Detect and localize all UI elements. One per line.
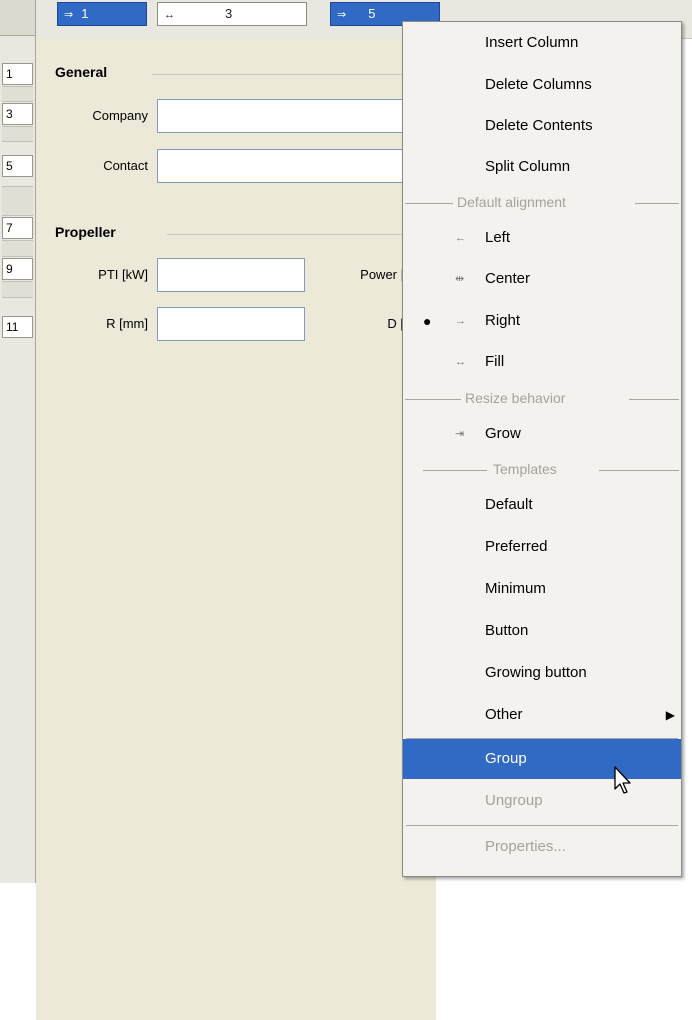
menu-item-template-growing-button[interactable]: Growing button <box>403 653 681 693</box>
fill-icon: ↔ <box>455 356 466 368</box>
contact-label: Contact <box>103 158 148 173</box>
radio-selected-icon: ● <box>423 313 432 329</box>
menu-item-align-left[interactable]: ← Left <box>403 218 681 258</box>
default-alignment-header: Default alignment <box>403 192 681 214</box>
menu-item-split-column[interactable]: Split Column <box>403 147 681 187</box>
menu-item-delete-columns[interactable]: Delete Columns <box>403 65 681 105</box>
row-gap <box>2 281 33 298</box>
row-header-1[interactable]: 1 <box>2 63 33 85</box>
menu-item-grow[interactable]: ⇥ Grow <box>403 414 681 454</box>
menu-item-properties[interactable]: Properties... <box>403 827 681 867</box>
grow-icon: ⇥ <box>455 428 465 440</box>
submenu-arrow-icon: ▶ <box>665 708 675 722</box>
row-header-9[interactable]: 9 <box>2 258 33 280</box>
menu-item-template-button[interactable]: Button <box>403 611 681 651</box>
row-header-11[interactable]: 11 <box>2 316 33 338</box>
propeller-separator <box>167 234 404 235</box>
menu-item-template-minimum[interactable]: Minimum <box>403 569 681 609</box>
propeller-section-title: Propeller <box>55 224 116 240</box>
fill-icon: ↔ <box>164 9 175 21</box>
context-menu: Insert Column Delete Columns Delete Cont… <box>402 21 682 877</box>
menu-item-insert-column[interactable]: Insert Column <box>403 23 681 63</box>
resize-behavior-header: Resize behavior <box>403 388 681 410</box>
mouse-pointer-icon <box>614 766 631 794</box>
general-separator <box>152 74 404 75</box>
grid-corner <box>0 0 36 36</box>
align-right-icon: ⇒ <box>337 9 347 21</box>
menu-item-delete-contents[interactable]: Delete Contents <box>403 106 681 146</box>
pti-field[interactable] <box>157 258 305 292</box>
contact-field[interactable] <box>157 149 407 183</box>
row-header-3[interactable]: 3 <box>2 103 33 125</box>
column-header-1[interactable]: ⇒ 1 <box>57 2 147 26</box>
menu-item-align-right[interactable]: ● → Right <box>403 301 681 341</box>
pti-label: PTI [kW] <box>98 267 148 282</box>
company-label: Company <box>92 108 148 123</box>
menu-item-ungroup[interactable]: Ungroup <box>403 781 681 821</box>
templates-header: Templates <box>403 459 681 481</box>
row-gap <box>2 86 33 102</box>
r-field[interactable] <box>157 307 305 341</box>
align-right-icon: ⇒ <box>64 9 74 21</box>
arrow-left-icon: ← <box>455 232 466 244</box>
column-header-3[interactable]: ↔ 3 <box>157 2 307 26</box>
row-gap <box>2 240 33 257</box>
menu-item-group[interactable]: Group <box>403 739 681 779</box>
arrow-right-icon: → <box>455 315 466 327</box>
menu-item-other[interactable]: Other ▶ <box>403 695 681 735</box>
power-label: Power | <box>360 267 404 282</box>
menu-item-align-center[interactable]: ⇹ Center <box>403 259 681 299</box>
menu-item-align-fill[interactable]: ↔ Fill <box>403 342 681 382</box>
row-header-7[interactable]: 7 <box>2 217 33 239</box>
general-section-title: General <box>55 64 108 80</box>
row-gap <box>2 126 33 142</box>
menu-item-template-preferred[interactable]: Preferred <box>403 527 681 567</box>
r-label: R [mm] <box>106 316 148 331</box>
menu-item-template-default[interactable]: Default <box>403 485 681 525</box>
menu-separator <box>406 825 678 826</box>
d-label: D [ <box>387 316 404 331</box>
row-header-5[interactable]: 5 <box>2 155 33 177</box>
company-field[interactable] <box>157 99 407 133</box>
align-center-icon: ⇹ <box>455 273 465 285</box>
row-gap <box>2 186 33 216</box>
